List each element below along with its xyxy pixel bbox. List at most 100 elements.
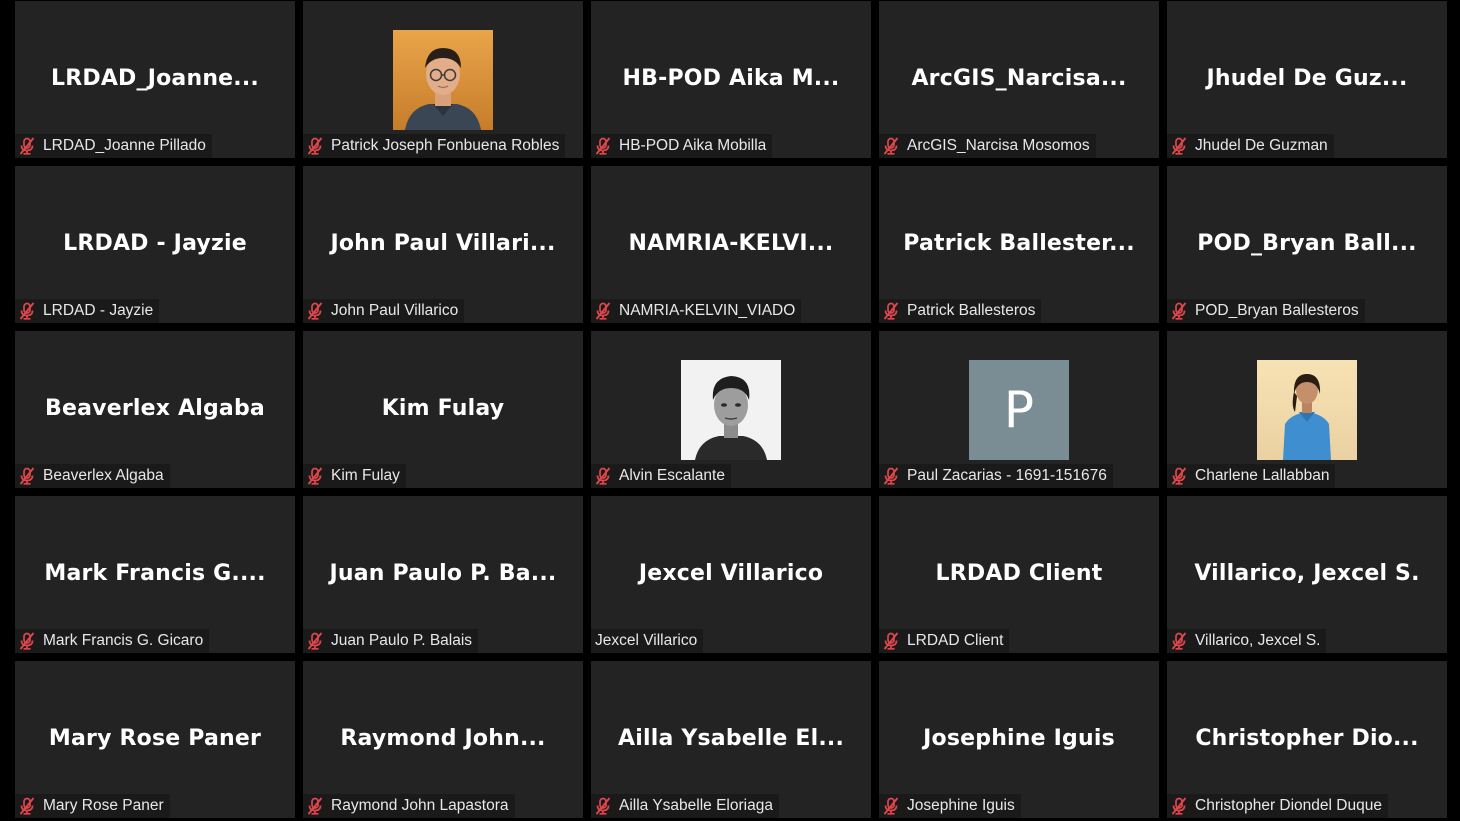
participant-display-name: ArcGIS_Narcisa... (911, 66, 1127, 91)
participant-name-label: Mary Rose Paner (15, 794, 170, 818)
participant-name-label: Josephine Iguis (879, 794, 1021, 818)
participant-display-name: LRDAD - Jayzie (63, 231, 247, 256)
participant-tile[interactable]: LRDAD_Joanne... LRDAD_Joanne Pillado (15, 1, 295, 158)
participant-display-name: Raymond John... (340, 726, 546, 751)
participant-name-label: Jexcel Villarico (591, 629, 704, 653)
microphone-muted-icon (307, 632, 323, 650)
participant-name-text: Jhudel De Guzman (1195, 137, 1328, 154)
participant-name-text: Patrick Joseph Fonbuena Robles (331, 137, 560, 154)
participant-tile[interactable]: NAMRIA-KELVI... NAMRIA-KELVIN_VIADO (591, 166, 871, 323)
participant-tile[interactable]: P Paul Zacarias - 1691-151676 (879, 331, 1159, 488)
participant-name-text: Alvin Escalante (619, 467, 725, 484)
participant-name-text: LRDAD Client (907, 632, 1004, 649)
participant-name-text: ArcGIS_Narcisa Mosomos (907, 137, 1090, 154)
microphone-muted-icon (1171, 302, 1187, 320)
participant-display-name: Jexcel Villarico (638, 561, 824, 586)
participant-display-name: Jhudel De Guz... (1206, 66, 1408, 91)
participant-name-text: Christopher Diondel Duque (1195, 797, 1382, 814)
participant-tile[interactable]: John Paul Villari... John Paul Villarico (303, 166, 583, 323)
participant-name-text: Ailla Ysabelle Eloriaga (619, 797, 773, 814)
participant-tile[interactable]: Jexcel Villarico Jexcel Villarico (591, 496, 871, 653)
microphone-muted-icon (307, 467, 323, 485)
microphone-muted-icon (307, 137, 323, 155)
participant-tile[interactable]: Mary Rose Paner Mary Rose Paner (15, 661, 295, 818)
participant-tile[interactable]: Christopher Dio... Christopher Diondel D… (1167, 661, 1447, 818)
participant-name-label: Alvin Escalante (591, 464, 731, 488)
participant-tile[interactable]: Mark Francis G.... Mark Francis G. Gicar… (15, 496, 295, 653)
participant-tile[interactable]: LRDAD - Jayzie LRDAD - Jayzie (15, 166, 295, 323)
participant-display-name: Mark Francis G.... (44, 561, 266, 586)
participant-name-label: Kim Fulay (303, 464, 406, 488)
participant-display-name: Christopher Dio... (1195, 726, 1419, 751)
participant-tile[interactable]: Jhudel De Guz... Jhudel De Guzman (1167, 1, 1447, 158)
participant-name-text: Raymond John Lapastora (331, 797, 509, 814)
participant-display-name: Mary Rose Paner (48, 726, 262, 751)
participant-name-label: Charlene Lallabban (1167, 464, 1336, 488)
participant-name-text: Patrick Ballesteros (907, 302, 1036, 319)
avatar-letter: P (969, 360, 1069, 460)
participant-name-text: LRDAD_Joanne Pillado (43, 137, 206, 154)
microphone-muted-icon (1171, 632, 1187, 650)
participant-display-name: Villarico, Jexcel S. (1194, 561, 1420, 586)
participant-tile[interactable]: Kim Fulay Kim Fulay (303, 331, 583, 488)
participant-display-name: Juan Paulo P. Ba... (329, 561, 557, 586)
participant-name-label: Juan Paulo P. Balais (303, 629, 479, 653)
participant-tile[interactable]: Juan Paulo P. Ba... Juan Paulo P. Balais (303, 496, 583, 653)
participant-name-text: HB-POD Aika Mobilla (619, 137, 767, 154)
participant-name-text: Josephine Iguis (907, 797, 1015, 814)
participant-display-name: Kim Fulay (381, 396, 505, 421)
participant-name-label: Villarico, Jexcel S. (1167, 629, 1327, 653)
participant-tile[interactable]: Patrick Ballester... Patrick Ballesteros (879, 166, 1159, 323)
participant-name-label: Beaverlex Algaba (15, 464, 170, 488)
participant-name-label: LRDAD - Jayzie (15, 299, 160, 323)
participant-tile[interactable]: LRDAD Client LRDAD Client (879, 496, 1159, 653)
participant-display-name: LRDAD_Joanne... (51, 66, 259, 91)
participant-name-label: John Paul Villarico (303, 299, 465, 323)
participant-display-name: HB-POD Aika M... (622, 66, 840, 91)
participant-display-name: Ailla Ysabelle El... (618, 726, 844, 751)
participant-tile[interactable]: Beaverlex Algaba Beaverlex Algaba (15, 331, 295, 488)
participant-name-label: LRDAD Client (879, 629, 1010, 653)
participant-name-label: Ailla Ysabelle Eloriaga (591, 794, 779, 818)
participant-name-text: NAMRIA-KELVIN_VIADO (619, 302, 796, 319)
participant-tile[interactable]: Josephine Iguis Josephine Iguis (879, 661, 1159, 818)
microphone-muted-icon (307, 797, 323, 815)
participant-name-text: Juan Paulo P. Balais (331, 632, 473, 649)
participant-tile[interactable]: Raymond John... Raymond John Lapastora (303, 661, 583, 818)
participant-tile[interactable]: HB-POD Aika M... HB-POD Aika Mobilla (591, 1, 871, 158)
participant-name-label: POD_Bryan Ballesteros (1167, 299, 1365, 323)
microphone-muted-icon (19, 137, 35, 155)
participant-avatar (393, 30, 493, 130)
participant-name-text: John Paul Villarico (331, 302, 459, 319)
participant-name-label: Patrick Ballesteros (879, 299, 1042, 323)
participant-tile[interactable]: Ailla Ysabelle El... Ailla Ysabelle Elor… (591, 661, 871, 818)
participant-display-name: Patrick Ballester... (903, 231, 1135, 256)
microphone-muted-icon (883, 632, 899, 650)
microphone-muted-icon (1171, 797, 1187, 815)
participant-name-label: Mark Francis G. Gicaro (15, 629, 210, 653)
microphone-muted-icon (883, 137, 899, 155)
participant-tile[interactable]: Charlene Lallabban (1167, 331, 1447, 488)
microphone-muted-icon (883, 467, 899, 485)
participant-name-text: Villarico, Jexcel S. (1195, 632, 1321, 649)
microphone-muted-icon (595, 302, 611, 320)
participant-name-text: Mark Francis G. Gicaro (43, 632, 204, 649)
microphone-muted-icon (883, 797, 899, 815)
participant-tile[interactable]: Alvin Escalante (591, 331, 871, 488)
participant-tile[interactable]: ArcGIS_Narcisa... ArcGIS_Narcisa Mosomos (879, 1, 1159, 158)
participant-name-label: Paul Zacarias - 1691-151676 (879, 464, 1113, 488)
gallery-view: LRDAD_Joanne... LRDAD_Joanne Pillado Pat… (0, 0, 1460, 821)
participant-tile[interactable]: Patrick Joseph Fonbuena Robles (303, 1, 583, 158)
participant-tile[interactable]: Villarico, Jexcel S. Villarico, Jexcel S… (1167, 496, 1447, 653)
microphone-muted-icon (19, 302, 35, 320)
participant-name-label: Patrick Joseph Fonbuena Robles (303, 134, 566, 158)
participant-display-name: NAMRIA-KELVI... (628, 231, 834, 256)
participant-tile[interactable]: POD_Bryan Ball... POD_Bryan Ballesteros (1167, 166, 1447, 323)
microphone-muted-icon (19, 797, 35, 815)
participant-avatar (1257, 360, 1357, 460)
participant-display-name: POD_Bryan Ball... (1197, 231, 1417, 256)
participant-display-name: LRDAD Client (935, 561, 1103, 586)
microphone-muted-icon (883, 302, 899, 320)
participant-display-name: Josephine Iguis (923, 726, 1115, 751)
participant-name-label: Jhudel De Guzman (1167, 134, 1334, 158)
